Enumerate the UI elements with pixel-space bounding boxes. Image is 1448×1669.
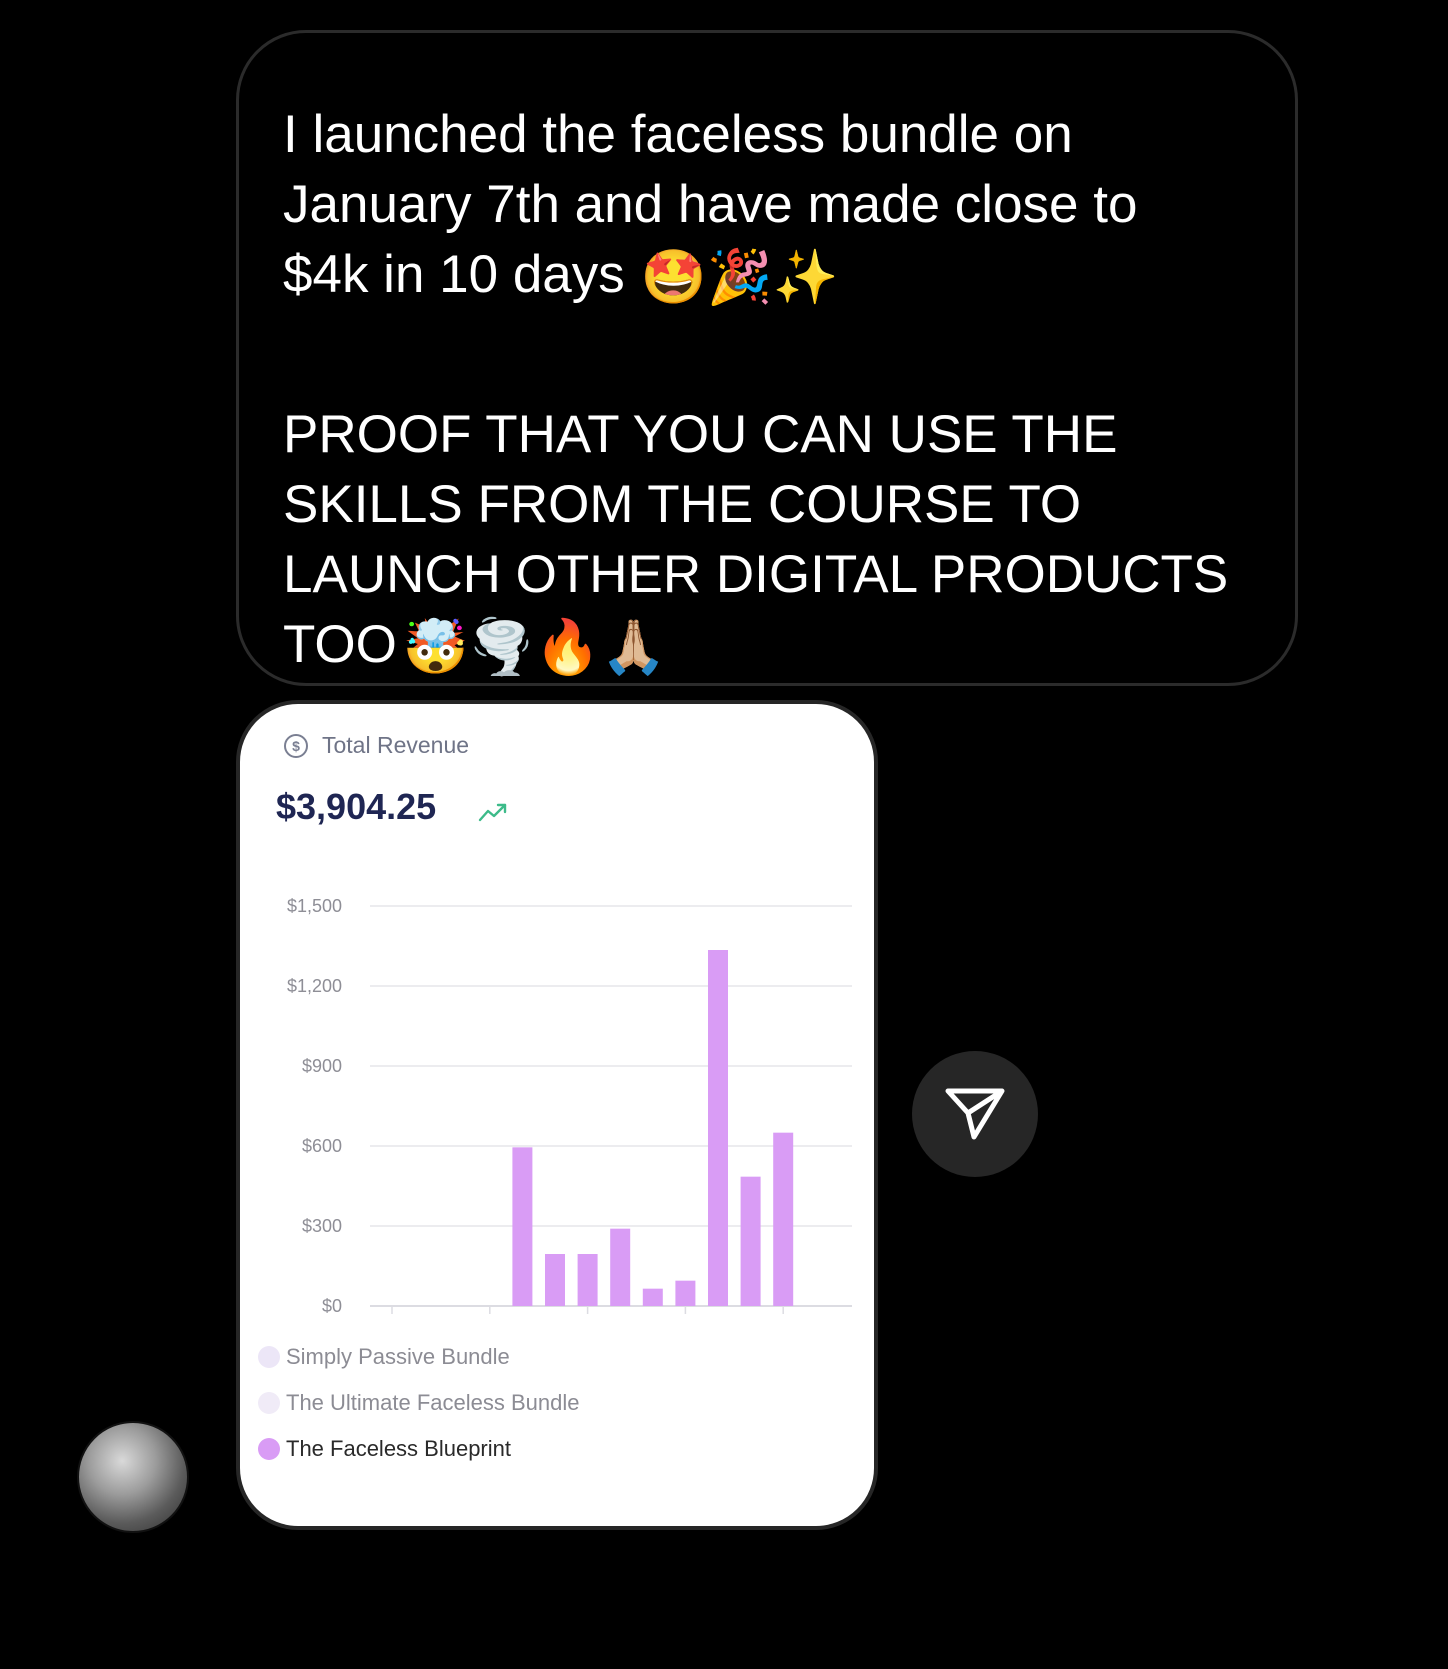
legend-item[interactable]: Simply Passive Bundle — [258, 1334, 579, 1380]
bar — [740, 1176, 761, 1306]
message-bubble[interactable]: I launched the faceless bundle on Januar… — [236, 30, 1298, 686]
legend-dot — [258, 1438, 280, 1460]
bar — [545, 1254, 565, 1306]
emoji-reaction-icons: 🤯🌪️🔥🙏🏼 — [402, 618, 667, 677]
y-tick-label: $1,500 — [287, 896, 342, 916]
sender-avatar[interactable] — [77, 1421, 189, 1533]
message-line: SKILLS FROM THE COURSE TO — [283, 475, 1082, 534]
y-tick-label: $0 — [322, 1296, 342, 1316]
legend-label: The Faceless Blueprint — [286, 1436, 511, 1461]
y-tick-label: $600 — [302, 1136, 342, 1156]
message-line: I launched the faceless bundle on — [283, 105, 1073, 164]
revenue-screenshot-card[interactable]: $ Total Revenue $3,904.25 $0 $300 $600 $900… — [236, 700, 878, 1530]
legend-item[interactable]: The Faceless Blueprint — [258, 1426, 579, 1472]
y-tick-label: $300 — [302, 1216, 342, 1236]
y-tick-label: $1,200 — [287, 976, 342, 996]
chart-legend: Simply Passive Bundle The Ultimate Facele… — [258, 1334, 579, 1472]
bar — [675, 1280, 696, 1306]
bar — [773, 1132, 794, 1306]
message-line: TOO 🤯🌪️🔥🙏🏼 — [283, 615, 667, 677]
legend-dot — [258, 1392, 280, 1414]
emoji-reaction-icons: 🤩🎉✨ — [640, 248, 839, 307]
revenue-bar-chart: $0$300$600$900$1,200$1,500Jan. 04Jan. 07… — [287, 896, 852, 1316]
message-line: LAUNCH OTHER DIGITAL PRODUCTS — [283, 545, 1229, 604]
bar — [577, 1254, 598, 1306]
bar — [642, 1288, 663, 1306]
message-line: PROOF THAT YOU CAN USE THE — [283, 405, 1118, 464]
message-line: $4k in 10 days 🤩🎉✨ — [283, 245, 839, 307]
send-icon — [945, 1088, 1005, 1140]
legend-item[interactable]: The Ultimate Faceless Bundle — [258, 1380, 579, 1426]
bar — [610, 1228, 631, 1306]
share-button[interactable] — [912, 1051, 1038, 1177]
legend-label: The Ultimate Faceless Bundle — [286, 1390, 580, 1415]
legend-label: Simply Passive Bundle — [286, 1344, 510, 1369]
message-line: January 7th and have made close to — [283, 175, 1138, 234]
legend-dot — [258, 1346, 280, 1368]
y-tick-label: $900 — [302, 1056, 342, 1076]
bar — [512, 1147, 533, 1306]
bar — [708, 950, 728, 1306]
